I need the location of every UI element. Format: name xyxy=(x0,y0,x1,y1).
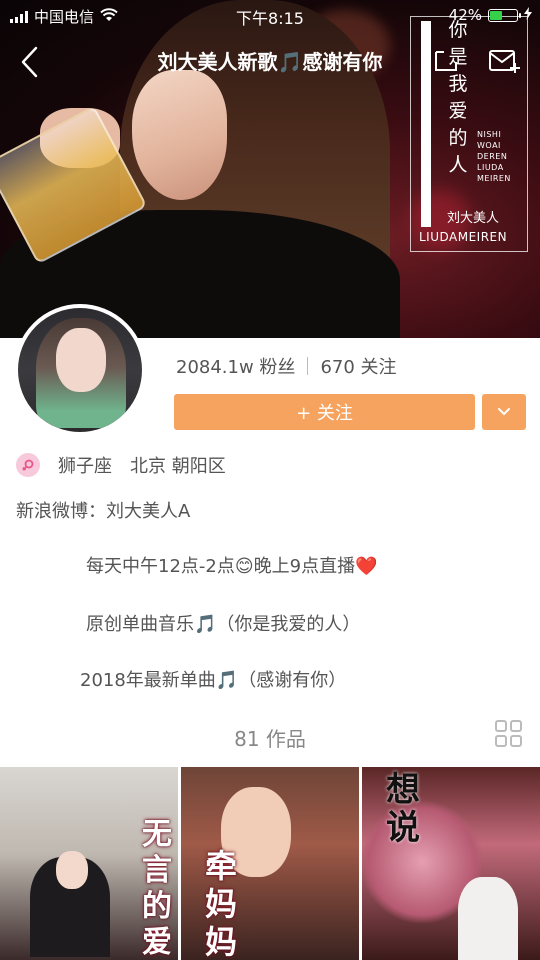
thumbnail-person xyxy=(458,877,518,960)
cover-person-face xyxy=(132,70,227,200)
chevron-left-icon xyxy=(21,46,38,78)
works-count: 81 作品 xyxy=(234,727,306,751)
poster-vertical-title: 你 是 我 爱 的 人 xyxy=(447,17,469,179)
work-thumbnail[interactable]: 牵妈妈 xyxy=(181,767,359,960)
poster-pinyin-line: WOAI xyxy=(477,141,501,150)
poster-char: 人 xyxy=(448,154,468,176)
poster-artist-en: LIUDAMEIREN xyxy=(419,230,508,244)
battery-icon xyxy=(488,8,521,22)
zodiac-label: 狮子座 xyxy=(58,456,112,477)
avatar[interactable] xyxy=(14,304,146,436)
thumbnail-caption: 想说 xyxy=(386,770,420,848)
profile-stats: 2084.1w 粉丝 670 关注 xyxy=(176,353,397,379)
poster-pinyin: NISHI WOAI DEREN LIUDA MEIREN xyxy=(477,129,511,184)
share-button[interactable] xyxy=(432,46,462,74)
bio-line: 原创单曲音乐🎵（你是我爱的人） xyxy=(86,614,361,635)
battery-percent: 42% xyxy=(448,6,482,24)
weibo-link: 新浪微博：刘大美人A xyxy=(16,501,191,522)
message-button[interactable] xyxy=(487,46,523,76)
thumbnail-caption: 无言的爱 xyxy=(142,817,172,960)
status-right: 42% xyxy=(449,6,532,24)
grid-icon xyxy=(495,720,522,747)
bio-line: 每天中午12点-2点😊晚上9点直播❤️ xyxy=(86,556,378,577)
avatar-face xyxy=(56,328,106,392)
poster-char: 的 xyxy=(448,127,468,149)
location-label: 北京 朝阳区 xyxy=(130,456,226,477)
thumbnail-face xyxy=(56,851,88,889)
work-thumbnail[interactable]: 想说 xyxy=(362,767,540,960)
poster-pinyin-line: NISHI xyxy=(477,130,502,139)
poster-pinyin-line: MEIREN xyxy=(477,174,511,183)
charging-icon xyxy=(524,6,532,24)
fans-count[interactable]: 2084.1w 粉丝 xyxy=(176,353,295,379)
chevron-down-icon xyxy=(498,408,510,416)
stats-divider xyxy=(307,357,309,375)
page-title: 刘大美人新歌🎵感谢有你 xyxy=(157,50,383,74)
poster-artist-cn: 刘大美人 xyxy=(447,211,500,226)
back-button[interactable] xyxy=(16,42,46,82)
following-count[interactable]: 670 关注 xyxy=(320,353,396,379)
status-bar: 中国电信 下午8:15 42% xyxy=(0,0,540,30)
works-header: 81 作品 xyxy=(0,715,540,755)
envelope-plus-icon xyxy=(489,50,520,73)
share-icon xyxy=(435,51,457,71)
poster-char: 我 xyxy=(448,73,468,95)
follow-options-button[interactable] xyxy=(482,394,526,430)
thumbnail-caption: 牵妈妈 xyxy=(205,847,238,960)
female-gender-icon xyxy=(16,453,40,477)
poster-char: 爱 xyxy=(448,100,468,122)
profile-info-row: 狮子座 北京 朝阳区 xyxy=(16,452,226,478)
follow-button[interactable]: + 关注 xyxy=(174,394,475,430)
poster-pinyin-line: LIUDA xyxy=(477,163,504,172)
bio-line: 2018年最新单曲🎵（感谢有你） xyxy=(80,670,347,691)
poster-pinyin-line: DEREN xyxy=(477,152,508,161)
grid-view-button[interactable] xyxy=(495,720,522,747)
work-thumbnail[interactable]: 无言的爱 xyxy=(0,767,178,960)
follow-button-label: + 关注 xyxy=(296,403,353,424)
